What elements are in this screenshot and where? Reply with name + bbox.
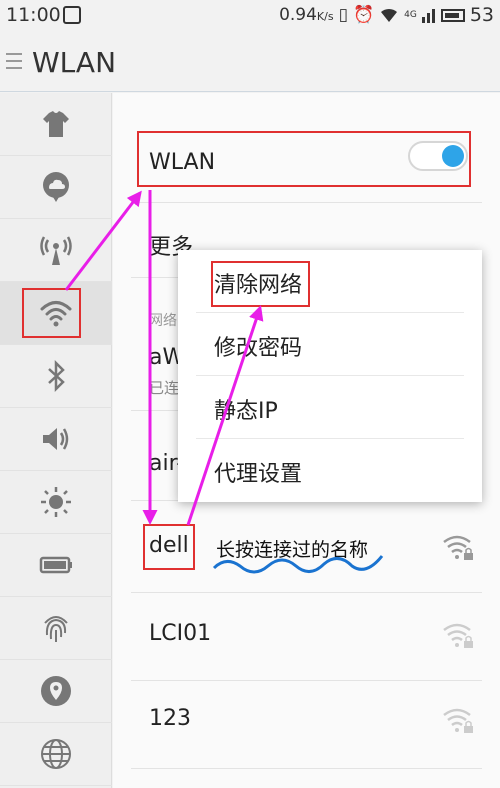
antenna-icon (40, 236, 72, 265)
sidebar-item-cloud[interactable] (0, 156, 112, 219)
notification-icon (63, 6, 81, 24)
signal-icon (421, 9, 435, 23)
menu-item-label: 静态IP (214, 399, 278, 424)
network-row[interactable]: LCI01 (131, 593, 482, 681)
shirt-icon (43, 111, 69, 137)
title-bar: WLAN (0, 32, 500, 92)
sidebar-item-battery[interactable] (0, 534, 112, 597)
sidebar-item-bluetooth[interactable] (0, 345, 112, 408)
menu-item-static-ip[interactable]: 静态IP (196, 376, 464, 439)
sidebar-item-display[interactable] (0, 471, 112, 534)
menu-item-label: 修改密码 (214, 336, 303, 361)
sidebar-item-sound[interactable] (0, 408, 112, 471)
sidebar-item-location[interactable] (0, 660, 112, 723)
sidebar-item-fingerprint[interactable] (0, 597, 112, 660)
sidebar-item-hotspot[interactable] (0, 219, 112, 282)
wifi-lock-icon (443, 535, 473, 560)
highlight-forget-network (211, 261, 310, 307)
battery-icon (440, 8, 465, 22)
brightness-icon (41, 487, 71, 517)
bluetooth-icon (48, 359, 65, 393)
menu-item-proxy-settings[interactable]: 代理设置 (196, 439, 464, 502)
cloud-pin-icon (43, 172, 69, 202)
wifi-lock-icon (443, 623, 473, 648)
speaker-icon (43, 428, 69, 450)
menu-icon[interactable] (6, 53, 22, 74)
wifi-lock-icon (443, 708, 473, 733)
fingerprint-icon (44, 616, 68, 642)
highlight-wlan-toggle (137, 131, 471, 187)
highlight-wlan-sidebar (22, 288, 81, 338)
wifi-icon (381, 8, 398, 22)
sidebar-item-language[interactable] (0, 723, 112, 786)
settings-sidebar (0, 93, 112, 788)
vibrate-icon: ▯ (338, 5, 348, 25)
alarm-icon: ⏰ (352, 5, 375, 25)
network-status: 已连 (149, 379, 180, 397)
battery-icon (39, 556, 72, 574)
battery-level: 53 (469, 4, 494, 26)
network-speed: 0.94K/s (279, 5, 334, 25)
network-row[interactable]: 123 (131, 681, 482, 769)
globe-icon (41, 739, 71, 769)
highlight-dell-network (143, 524, 195, 570)
location-icon (41, 676, 71, 706)
status-icons: 0.94K/s ▯ ⏰ 4G 53 (279, 4, 494, 26)
sidebar-item-theme[interactable] (0, 93, 112, 156)
menu-item-label: 代理设置 (214, 462, 303, 487)
network-ssid: LCI01 (149, 621, 212, 646)
status-bar: 11:00 0.94K/s ▯ ⏰ 4G 53 (0, 0, 500, 32)
network-type: 4G (404, 9, 417, 20)
annotation-note: 长按连接过的名称 (216, 539, 369, 561)
network-ssid: 123 (149, 706, 191, 731)
status-time: 11:00 (6, 4, 61, 26)
page-title: WLAN (32, 46, 117, 79)
menu-item-change-password[interactable]: 修改密码 (196, 313, 464, 376)
